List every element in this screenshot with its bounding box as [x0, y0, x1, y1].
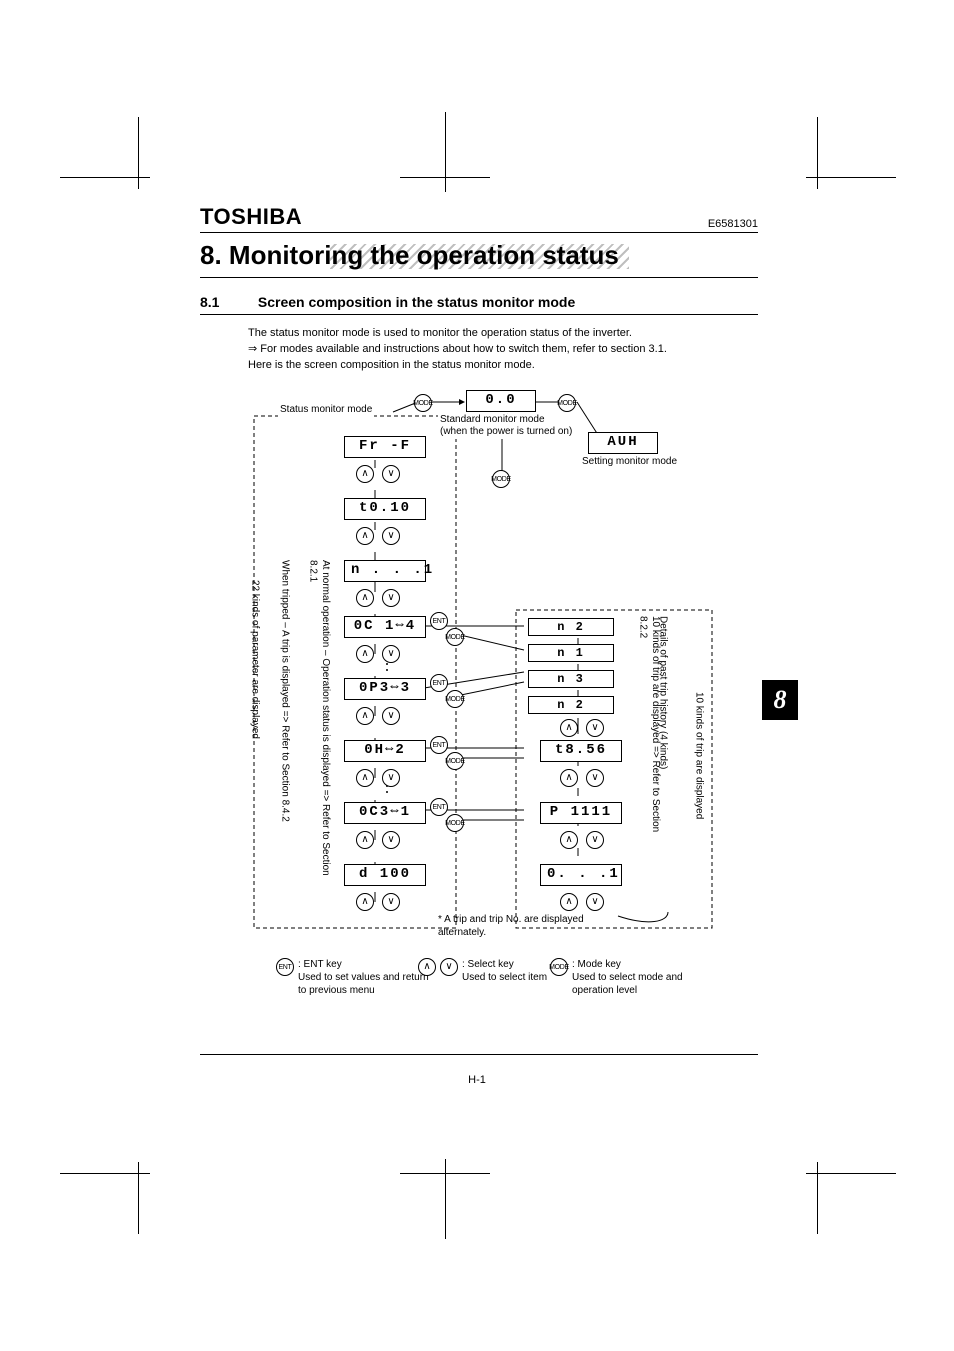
seg-n1r: n 1 [528, 644, 614, 662]
up-key-icon: ∧ [356, 707, 374, 725]
seg-n3: n 3 [528, 670, 614, 688]
up-key-icon: ∧ [560, 831, 578, 849]
up-down-nav: ∧∨ [356, 588, 400, 608]
paragraph: ⇒ For modes available and instructions a… [248, 342, 758, 358]
side-note: At normal operation – Operation status i… [306, 560, 331, 890]
mode-key-icon: MODE [414, 394, 432, 412]
up-key-icon: ∧ [356, 769, 374, 787]
seg-d100: d 100 [344, 864, 426, 886]
mode-key-icon: MODE [446, 690, 464, 708]
footnote: * A trip and trip No. are displayed alte… [438, 914, 588, 939]
ent-key-icon: ENT [430, 612, 448, 630]
mode-note: (when the power is turned on) [438, 426, 574, 439]
up-key-icon: ∧ [560, 769, 578, 787]
chapter-title: 8. Monitoring the operation status [200, 240, 619, 271]
mode-key-icon: MODE [446, 814, 464, 832]
down-key-icon: ∨ [586, 719, 604, 737]
document-number: E6581301 [708, 218, 758, 230]
seg-op33: 0P3⇔3 [344, 678, 426, 700]
mode-label: Standard monitor mode [438, 414, 547, 427]
up-key-icon: ∧ [356, 645, 374, 663]
down-key-icon: ∨ [382, 527, 400, 545]
up-down-nav: ∧∨ [356, 464, 400, 484]
footer-rule [200, 1054, 758, 1055]
up-key-icon: ∧ [560, 893, 578, 911]
down-key-icon: ∨ [382, 465, 400, 483]
ent-key-icon: ENT [430, 736, 448, 754]
mode-key-icon: MODE [558, 394, 576, 412]
seg-oh2: 0H⇔2 [344, 740, 426, 762]
chapter-tab: 8 [762, 680, 798, 720]
up-down-nav: ∧∨ [356, 644, 400, 664]
seg-oc14: 0C 1⇔4 [344, 616, 426, 638]
seg-t010: t0.10 [344, 498, 426, 520]
seg-p1111: P 1111 [540, 802, 622, 824]
up-key-icon: ∧ [356, 465, 374, 483]
up-key-icon: ∧ [356, 831, 374, 849]
seg-standard: 0.0 [466, 390, 536, 412]
ent-key-icon: ENT [276, 958, 294, 976]
mode-label: Setting monitor mode [580, 456, 679, 469]
down-key-icon: ∨ [382, 589, 400, 607]
up-down-nav: ∧∨ [560, 768, 604, 788]
down-key-icon: ∨ [382, 893, 400, 911]
down-key-icon: ∨ [586, 893, 604, 911]
seg-n1: n . . .1 [344, 560, 426, 582]
up-down-nav: ∧∨ [560, 830, 604, 850]
down-key-icon: ∨ [586, 769, 604, 787]
side-note: 22 kinds of parameter are displayed [248, 580, 261, 800]
down-key-icon: ∨ [382, 769, 400, 787]
mode-label: Status monitor mode [278, 404, 374, 417]
down-key-icon: ∨ [382, 645, 400, 663]
paragraph: The status monitor mode is used to monit… [248, 326, 758, 342]
arrow-icon: ⇒ [248, 343, 257, 355]
up-key-icon: ∧ [356, 589, 374, 607]
up-down-nav: ∧∨ [560, 718, 604, 738]
side-note: When tripped – A trip is displayed => Re… [278, 560, 291, 880]
brand-logo: TOSHIBA [200, 204, 302, 230]
page-header: TOSHIBA E6581301 [200, 204, 758, 233]
section-title: Screen composition in the status monitor… [258, 294, 575, 310]
seg-auh: AUH [588, 432, 658, 454]
page-number: H-1 [0, 1074, 954, 1086]
key-legend-mode: MODE : Mode key Used to select mode and … [550, 958, 710, 997]
flow-diagram: Status monitor mode MODE 0.0 MODE Standa… [248, 382, 724, 1018]
mode-key-icon: MODE [446, 752, 464, 770]
up-down-nav: ∧∨ [356, 892, 400, 912]
up-down-nav: ∧∨ [560, 892, 604, 912]
down-key-icon: ∨ [382, 831, 400, 849]
seg-oc31: 0C3⇔1 [344, 802, 426, 824]
up-key-icon: ∧ [356, 527, 374, 545]
up-key-icon: ∧ [418, 958, 436, 976]
down-key-icon: ∨ [586, 831, 604, 849]
up-key-icon: ∧ [560, 719, 578, 737]
down-key-icon: ∨ [382, 707, 400, 725]
seg-n2b: n 2 [528, 696, 614, 714]
seg-fr-f: Fr -F [344, 436, 426, 458]
section-number: 8.1 [200, 294, 254, 310]
mode-key-icon: MODE [446, 628, 464, 646]
up-key-icon: ∧ [356, 893, 374, 911]
side-note: 10 kinds of trip are displayed [692, 692, 705, 862]
seg-o1: 0. . .1 [540, 864, 622, 886]
up-down-nav: ∧∨ [356, 526, 400, 546]
mode-key-icon: MODE [550, 958, 568, 976]
up-down-nav: ∧∨ [356, 706, 400, 726]
seg-n2: n 2 [528, 618, 614, 636]
section-heading: 8.1 Screen composition in the status mon… [200, 294, 758, 315]
key-legend-ent: ENT : ENT key Used to set values and ret… [276, 958, 436, 997]
up-down-nav: ∧∨ [356, 768, 400, 788]
chapter-heading: 8. Monitoring the operation status [200, 240, 758, 278]
mode-key-icon: MODE [492, 470, 510, 488]
down-key-icon: ∨ [440, 958, 458, 976]
key-legend-select: ∧ ∨ : Select key Used to select item [418, 958, 548, 984]
up-down-nav: ∧∨ [356, 830, 400, 850]
ent-key-icon: ENT [430, 674, 448, 692]
paragraph: Here is the screen composition in the st… [248, 358, 758, 374]
seg-t856: t8.56 [540, 740, 622, 762]
side-note: Details of past trip history (4 kinds) [656, 616, 669, 806]
body-text: The status monitor mode is used to monit… [248, 326, 758, 374]
ent-key-icon: ENT [430, 798, 448, 816]
